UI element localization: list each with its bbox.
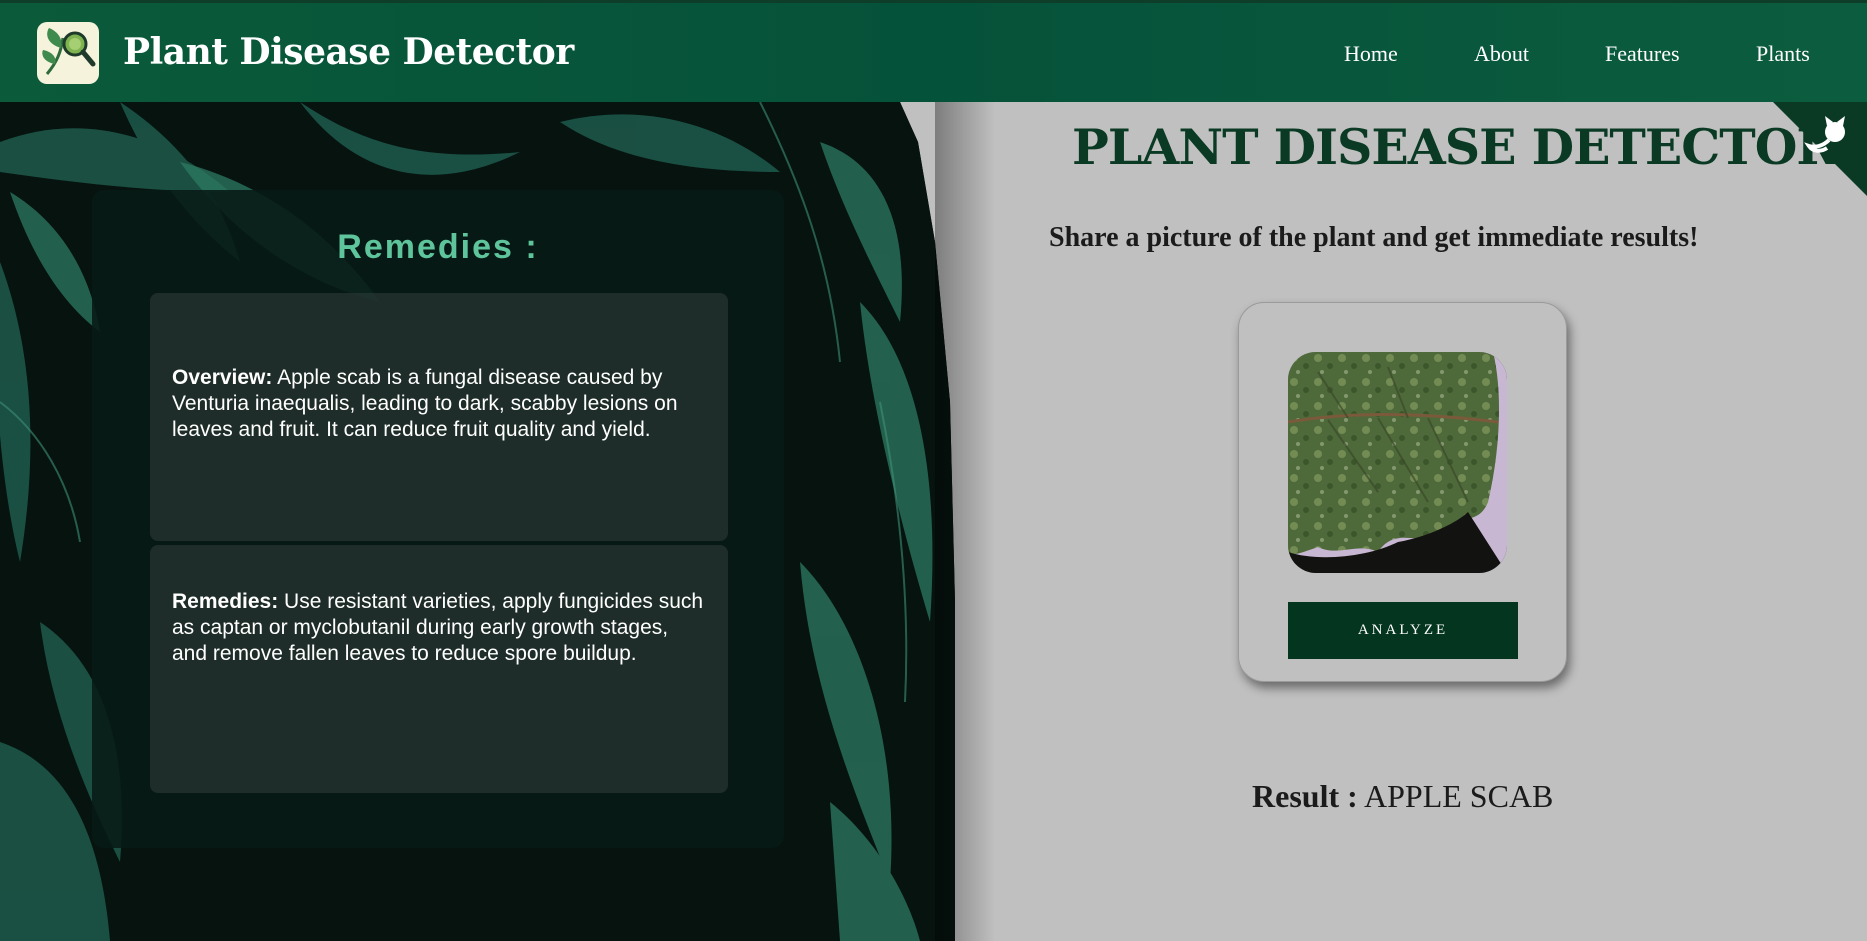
brand-title[interactable]: Plant Disease Detector [123,31,574,73]
nav-features[interactable]: Features [1605,41,1680,67]
top-navbar: Plant Disease Detector Home About Featur… [0,0,1867,102]
nav-home[interactable]: Home [1344,41,1398,67]
github-octocat-icon[interactable] [1773,102,1867,196]
overview-box: Overview: Apple scab is a fungal disease… [150,293,728,541]
analyze-button[interactable]: ANALYZE [1288,602,1518,659]
page-title: PLANT DISEASE DETECTOR [1072,118,1837,176]
remedies-box: Remedies: Use resistant varieties, apply… [150,545,728,793]
remedies-label: Remedies: [172,590,279,613]
nav-about[interactable]: About [1474,41,1529,67]
nav-plants[interactable]: Plants [1756,41,1810,67]
apple-scab-leaf-image[interactable] [1288,352,1507,573]
remedies-title: Remedies : [337,228,539,266]
remedies-card: Remedies : Overview: Apple scab is a fun… [92,190,784,848]
leaf-magnifier-icon[interactable] [37,22,99,84]
overview-label: Overview: [172,366,273,389]
page-subtitle: Share a picture of the plant and get imm… [1049,222,1699,253]
result-display: Result : APPLE SCAB [1252,778,1553,815]
panel-edge-shadow [935,102,995,941]
upload-card: ANALYZE [1238,302,1567,682]
result-label: Result : [1252,778,1358,814]
result-value: APPLE SCAB [1357,778,1554,814]
